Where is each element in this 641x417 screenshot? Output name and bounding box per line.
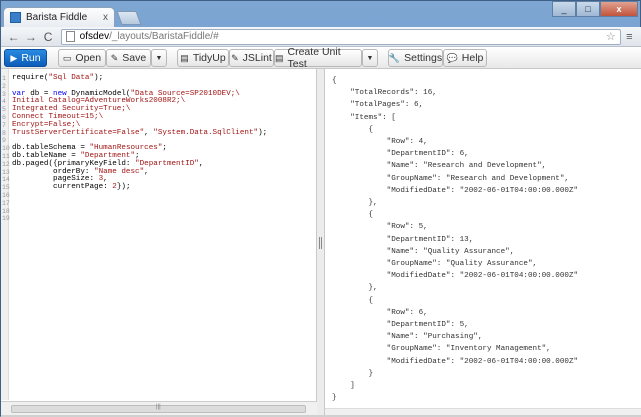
- help-button[interactable]: 💬 Help: [443, 49, 487, 67]
- help-label: Help: [461, 52, 484, 64]
- code-token: TrustServerCertificate=False": [12, 128, 145, 137]
- reload-icon[interactable]: C: [39, 29, 56, 45]
- save-button[interactable]: ✎ Save: [106, 49, 151, 67]
- tidyup-icon: ▤: [180, 52, 189, 63]
- wrench-icon: 🔧: [388, 52, 401, 63]
- unit-test-dropdown-button[interactable]: ▼: [362, 49, 378, 67]
- code-editor[interactable]: 1 2 3 4 5 6 7 8 9 10 11 12 13 14 15 16 1…: [1, 69, 317, 415]
- code-token: Encrypt=False;\: [12, 120, 81, 129]
- jslint-button[interactable]: ✎ JSLint: [229, 49, 274, 67]
- minimize-button[interactable]: _: [552, 1, 576, 17]
- chevron-down-icon: ▼: [155, 54, 163, 62]
- code-token: ;: [135, 151, 140, 160]
- code-text[interactable]: require("Sql Data"); var db = new Dynami…: [12, 74, 268, 192]
- code-token: currentPage:: [12, 183, 113, 192]
- save-dropdown-button[interactable]: ▼: [151, 49, 167, 67]
- code-token: ,: [144, 167, 149, 176]
- tab-barista-fiddle[interactable]: Barista Fiddle x: [3, 7, 115, 27]
- close-window-button[interactable]: x: [600, 1, 638, 17]
- code-token: Connect Timeout=15;\: [12, 112, 104, 121]
- code-token: "DepartmentID": [135, 159, 199, 168]
- code-line: currentPage: 2});: [12, 183, 267, 192]
- code-token: db.tableSchema =: [12, 144, 90, 153]
- code-token: "HumanResources": [89, 144, 163, 153]
- new-tab-button[interactable]: [116, 11, 142, 25]
- code-token: ;: [162, 144, 167, 153]
- open-label: Open: [75, 52, 102, 64]
- address-bar[interactable]: ofsdev /_layouts/BaristaFiddle/# ☆: [60, 28, 621, 45]
- url-host: ofsdev: [79, 31, 110, 42]
- browser-window: Barista Fiddle x _ □ x ← → C ofsdev /_la…: [0, 0, 641, 417]
- output-pane: { "TotalRecords": 16, "TotalPages": 6, "…: [325, 69, 641, 415]
- code-token: Initial Catalog=AdventureWorks2008R2;\: [12, 97, 186, 106]
- open-button[interactable]: ▭ Open: [58, 49, 106, 67]
- url-path: /_layouts/BaristaFiddle/#: [109, 31, 219, 42]
- save-label: Save: [122, 52, 147, 64]
- help-icon: 💬: [446, 52, 458, 63]
- code-token: pageSize:: [12, 175, 99, 184]
- line-numbers: 1 2 3 4 5 6 7 8 9 10 11 12 13 14 15 16 1…: [2, 75, 10, 223]
- unit-test-icon: ▤: [275, 52, 284, 63]
- code-token: });: [116, 183, 131, 192]
- tidyup-button[interactable]: ▤ TidyUp: [177, 49, 229, 67]
- page-icon: [65, 31, 75, 42]
- code-token: ,: [198, 159, 204, 168]
- code-token: "Data Source=SP2010DEV;\: [130, 89, 240, 98]
- run-label: Run: [21, 52, 41, 64]
- code-token: "Department": [80, 151, 136, 160]
- menu-icon[interactable]: ≡: [621, 31, 638, 43]
- back-icon[interactable]: ←: [5, 29, 22, 45]
- code-token: Integrated Security=True;\: [12, 105, 131, 114]
- window-controls: _ □ x: [552, 1, 638, 17]
- output-horizontal-scrollbar[interactable]: [325, 408, 641, 415]
- code-token: ,: [144, 128, 154, 137]
- folder-icon: ▭: [62, 52, 72, 63]
- tab-close-icon[interactable]: x: [103, 12, 108, 23]
- favicon-icon: [10, 12, 21, 23]
- code-token: "Name desc": [94, 167, 145, 176]
- create-unit-test-button[interactable]: ▤ Create Unit Test: [274, 46, 362, 70]
- chevron-down-icon: ▼: [366, 54, 374, 62]
- pane-splitter[interactable]: [317, 69, 325, 415]
- jslint-label: JSLint: [242, 52, 272, 64]
- editor-horizontal-scrollbar[interactable]: |||: [1, 401, 317, 415]
- grip-icon: |||: [156, 404, 161, 410]
- splitter-handle-icon[interactable]: [319, 237, 322, 249]
- code-token: db =: [25, 89, 54, 98]
- code-token: "Sql Data": [48, 74, 95, 82]
- save-icon: ✎: [110, 52, 119, 63]
- code-token: orderBy:: [12, 167, 95, 176]
- code-token: ,: [103, 175, 108, 184]
- code-token: );: [258, 128, 268, 137]
- tab-title: Barista Fiddle: [26, 12, 88, 23]
- jslint-icon: ✎: [231, 52, 239, 63]
- forward-icon[interactable]: →: [22, 29, 39, 45]
- create-unit-test-label: Create Unit Test: [287, 46, 341, 70]
- code-token: new: [53, 89, 67, 98]
- app-toolbar: ▶ Run ▭ Open ✎ Save ▼ ▤ TidyUp ✎ JSLint: [1, 46, 641, 70]
- code-token: db.paged({primaryKeyField:: [12, 159, 136, 168]
- code-line: require("Sql Data");: [12, 74, 267, 83]
- tab-strip: Barista Fiddle x _ □ x: [1, 1, 641, 27]
- tidyup-label: TidyUp: [192, 52, 226, 64]
- code-token: require(: [12, 74, 49, 82]
- code-token: );: [94, 74, 104, 82]
- browser-toolbar: ← → C ofsdev /_layouts/BaristaFiddle/# ☆…: [1, 27, 641, 47]
- code-token: "System.Data.SqlClient": [153, 128, 259, 137]
- bookmark-star-icon[interactable]: ☆: [606, 30, 616, 43]
- code-token: var: [12, 89, 26, 98]
- run-button[interactable]: ▶ Run: [4, 49, 47, 67]
- maximize-button[interactable]: □: [576, 1, 600, 17]
- play-icon: ▶: [10, 52, 18, 63]
- barista-fiddle-app: ▶ Run ▭ Open ✎ Save ▼ ▤ TidyUp ✎ JSLint: [1, 46, 641, 417]
- code-token: DynamicModel(: [66, 89, 131, 98]
- code-line: TrustServerCertificate=False", "System.D…: [12, 128, 268, 138]
- json-output: { "TotalRecords": 16, "TotalPages": 6, "…: [332, 77, 579, 403]
- code-token: db.tableName =: [12, 151, 81, 160]
- settings-button[interactable]: 🔧 Settings: [388, 49, 443, 67]
- settings-label: Settings: [404, 52, 443, 64]
